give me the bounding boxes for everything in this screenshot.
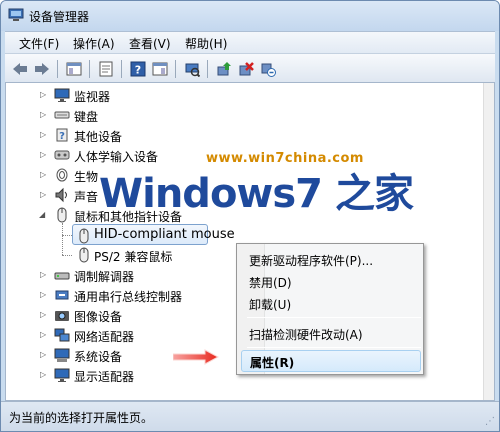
expand-arrow-icon[interactable]: ▷	[40, 310, 46, 319]
tree-item-label: PS/2 兼容鼠标	[94, 250, 173, 264]
menu-file[interactable]: 文件(F)	[19, 35, 59, 52]
tree-item-label: 声音	[74, 190, 99, 204]
show-hide-console-icon[interactable]	[151, 60, 169, 78]
show-hide-tree-icon[interactable]	[65, 60, 83, 78]
tree-item-label: 监视器	[74, 90, 111, 104]
resize-grip-icon[interactable]: ⋰	[485, 416, 495, 427]
context-menu-separator	[247, 317, 421, 318]
tree-item-label: HID-compliant mouse	[94, 227, 235, 242]
context-scan-hardware[interactable]: 扫描检测硬件改动(A)	[249, 322, 421, 344]
context-item-label: 禁用(D)	[249, 276, 292, 290]
context-menu-separator	[247, 347, 421, 348]
vertical-scrollbar[interactable]	[483, 83, 494, 400]
tree-item-other-devices[interactable]: ▷ ? 其他设备	[6, 125, 476, 145]
collapse-arrow-icon[interactable]: ◢	[39, 210, 45, 219]
properties-icon[interactable]	[97, 60, 115, 78]
monitor-icon	[54, 88, 70, 102]
toolbar-separator	[57, 60, 58, 78]
tree-item-label: 显示适配器	[74, 370, 135, 384]
expand-arrow-icon[interactable]: ▷	[40, 370, 46, 379]
expand-arrow-icon[interactable]: ▷	[40, 270, 46, 279]
tree-item-label: 调制解调器	[74, 270, 135, 284]
expand-arrow-icon[interactable]: ▷	[40, 150, 46, 159]
context-item-label: 扫描检测硬件改动(A)	[249, 328, 363, 342]
keyboard-icon	[54, 111, 70, 119]
context-update-driver[interactable]: 更新驱动程序软件(P)...	[249, 248, 421, 270]
toolbar-separator	[121, 60, 122, 78]
help-icon[interactable]: ?	[129, 60, 147, 78]
update-driver-icon[interactable]	[215, 60, 233, 78]
forward-icon[interactable]	[33, 60, 51, 78]
expand-arrow-icon[interactable]: ▷	[40, 170, 46, 179]
svg-text:?: ?	[135, 64, 141, 77]
menu-action[interactable]: 操作(A)	[73, 35, 115, 52]
toolbar-separator	[175, 60, 176, 78]
expand-arrow-icon[interactable]: ▷	[40, 290, 46, 299]
menu-help[interactable]: 帮助(H)	[185, 35, 227, 52]
context-item-label: 更新驱动程序软件(P)...	[249, 254, 374, 268]
watermark-logo: Windows7 之家	[99, 171, 414, 217]
window-title: 设备管理器	[29, 10, 90, 24]
expand-arrow-icon[interactable]: ▷	[40, 350, 46, 359]
tree-item-label: 系统设备	[74, 350, 123, 364]
tree-item-label: 生物	[74, 170, 99, 184]
camera-icon	[55, 311, 69, 321]
title-bar[interactable]: 设备管理器	[1, 1, 499, 31]
mouse-icon	[79, 228, 89, 244]
menu-view[interactable]: 查看(V)	[129, 35, 171, 52]
expand-arrow-icon[interactable]: ▷	[40, 110, 46, 119]
mouse-icon	[57, 207, 67, 223]
toolbar: ?	[5, 53, 495, 83]
tree-item-label: 键盘	[74, 110, 99, 124]
toolbar-separator	[207, 60, 208, 78]
uninstall-device-icon[interactable]	[259, 60, 277, 78]
tree-connector	[62, 235, 72, 236]
network-icon	[54, 328, 70, 342]
sound-icon	[55, 187, 67, 203]
status-text: 为当前的选择打开属性页。	[9, 411, 154, 425]
tree-item-label: 图像设备	[74, 310, 123, 324]
device-manager-icon	[8, 8, 24, 21]
back-icon[interactable]	[11, 60, 29, 78]
tree-item-label: 其他设备	[74, 130, 123, 144]
hid-icon	[54, 150, 70, 160]
context-uninstall[interactable]: 卸载(U)	[249, 292, 421, 314]
tree-item-label: 网络适配器	[74, 330, 135, 344]
usb-icon	[55, 290, 69, 300]
tree-connector	[62, 255, 72, 256]
toolbar-separator	[89, 60, 90, 78]
svg-text:?: ?	[59, 131, 65, 142]
mouse-icon	[79, 247, 89, 263]
context-menu: 更新驱动程序软件(P)... 禁用(D) 卸载(U) 扫描检测硬件改动(A) 属…	[236, 243, 424, 375]
context-disable[interactable]: 禁用(D)	[249, 270, 421, 292]
expand-arrow-icon[interactable]: ▷	[40, 130, 46, 139]
display-adapter-icon	[54, 368, 70, 382]
context-properties[interactable]: 属性(R)	[241, 350, 421, 372]
tree-item-monitors[interactable]: ▷ 监视器	[6, 85, 476, 105]
disable-device-icon[interactable]	[237, 60, 255, 78]
tree-item-label: 通用串行总线控制器	[74, 290, 183, 304]
device-manager-window: 设备管理器 文件(F) 操作(A) 查看(V) 帮助(H) ? ▷ 监视器 ▷ …	[0, 0, 500, 432]
context-item-label: 属性(R)	[250, 356, 295, 370]
system-icon	[54, 348, 70, 362]
biometric-icon	[56, 168, 68, 182]
status-bar: 为当前的选择打开属性页。 ⋰	[1, 401, 499, 431]
expand-arrow-icon[interactable]: ▷	[40, 90, 46, 99]
other-device-icon: ?	[56, 128, 68, 142]
expand-arrow-icon[interactable]: ▷	[40, 190, 46, 199]
modem-icon	[54, 272, 70, 280]
scan-hardware-icon[interactable]	[183, 60, 201, 78]
context-item-label: 卸载(U)	[249, 298, 292, 312]
expand-arrow-icon[interactable]: ▷	[40, 330, 46, 339]
tree-item-keyboards[interactable]: ▷ 键盘	[6, 105, 476, 125]
pointer-arrow-icon	[173, 349, 219, 365]
menu-bar: 文件(F) 操作(A) 查看(V) 帮助(H)	[5, 31, 495, 53]
tree-item-hid-mouse[interactable]: HID-compliant mouse	[6, 224, 476, 245]
